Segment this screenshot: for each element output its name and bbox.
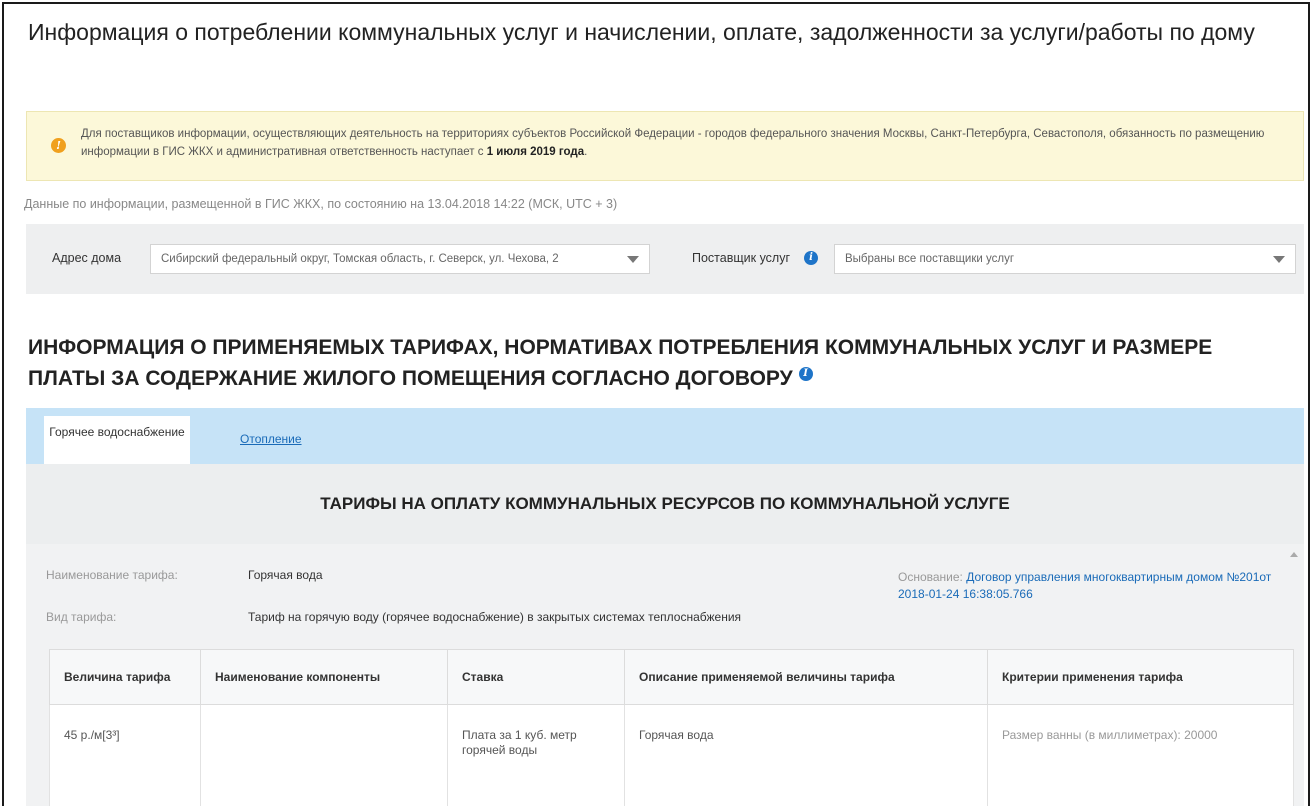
tariff-type-value: Тариф на горячую воду (горячее водоснабж… bbox=[248, 610, 742, 624]
notice-banner: ! Для поставщиков информации, осуществля… bbox=[26, 111, 1304, 181]
info-icon[interactable]: i bbox=[804, 251, 818, 265]
tab-heating[interactable]: Отопление bbox=[240, 432, 302, 446]
table-row: 45 р./м[3³] Плата за 1 куб. метр горячей… bbox=[49, 704, 1294, 806]
provider-value: Выбраны все поставщики услуг bbox=[845, 253, 1015, 265]
chevron-down-icon bbox=[627, 256, 639, 263]
address-label: Адрес дома bbox=[52, 251, 122, 265]
tariff-table: Величина тарифа Наименование компоненты … bbox=[49, 649, 1294, 806]
section-title: Информация о применяемых тарифах, нормат… bbox=[28, 336, 1213, 390]
tariff-name-value: Горячая вода bbox=[248, 568, 323, 582]
data-status-line: Данные по информации, размещенной в ГИС … bbox=[24, 197, 618, 211]
provider-select[interactable]: Выбраны все поставщики услуг bbox=[834, 244, 1296, 274]
tariff-basis: Основание: Договор управления многокварт… bbox=[898, 569, 1298, 603]
chevron-down-icon bbox=[1273, 256, 1285, 263]
column-header: Ставка bbox=[447, 649, 625, 705]
tabs-bar: Горячее водоснабжение Отопление bbox=[26, 408, 1304, 464]
provider-label: Поставщик услуг bbox=[692, 251, 791, 265]
table-cell bbox=[200, 704, 448, 806]
tariff-header: ТАРИФЫ НА ОПЛАТУ КОММУНАЛЬНЫХ РЕСУРСОВ П… bbox=[26, 464, 1304, 544]
scroll-up-arrow-icon[interactable] bbox=[1290, 552, 1298, 557]
table-cell: Плата за 1 куб. метр горячей воды bbox=[447, 704, 625, 806]
table-header-row: Величина тарифа Наименование компоненты … bbox=[49, 649, 1294, 705]
exclamation-icon: ! bbox=[51, 138, 66, 153]
table-cell: Размер ванны (в миллиметрах): 20000 bbox=[987, 704, 1294, 806]
notice-text: Для поставщиков информации, осуществляющ… bbox=[81, 128, 1265, 158]
tariff-panel: ТАРИФЫ НА ОПЛАТУ КОММУНАЛЬНЫХ РЕСУРСОВ П… bbox=[26, 464, 1304, 806]
address-select[interactable]: Сибирский федеральный округ, Томская обл… bbox=[150, 244, 650, 274]
page-frame: Информация о потреблении коммунальных ус… bbox=[2, 2, 1310, 806]
tariff-name-label: Наименование тарифа: bbox=[46, 568, 178, 582]
notice-date: 1 июля 2019 года bbox=[486, 146, 585, 158]
column-header: Величина тарифа bbox=[49, 649, 201, 705]
table-cell: 45 р./м[3³] bbox=[49, 704, 201, 806]
info-icon[interactable]: i bbox=[798, 367, 813, 381]
address-value: Сибирский федеральный округ, Томская обл… bbox=[161, 253, 559, 265]
filter-bar: Адрес дома Сибирский федеральный округ, … bbox=[26, 224, 1304, 294]
page-title: Информация о потреблении коммунальных ус… bbox=[28, 19, 1255, 45]
tab-hot-water[interactable]: Горячее водоснабжение bbox=[44, 416, 190, 464]
column-header: Описание применяемой величины тарифа bbox=[624, 649, 988, 705]
column-header: Критерии применения тарифа bbox=[987, 649, 1294, 705]
basis-label: Основание: bbox=[898, 570, 963, 584]
tariff-type-label: Вид тарифа: bbox=[46, 610, 117, 624]
column-header: Наименование компоненты bbox=[200, 649, 448, 705]
table-cell: Горячая вода bbox=[624, 704, 988, 806]
